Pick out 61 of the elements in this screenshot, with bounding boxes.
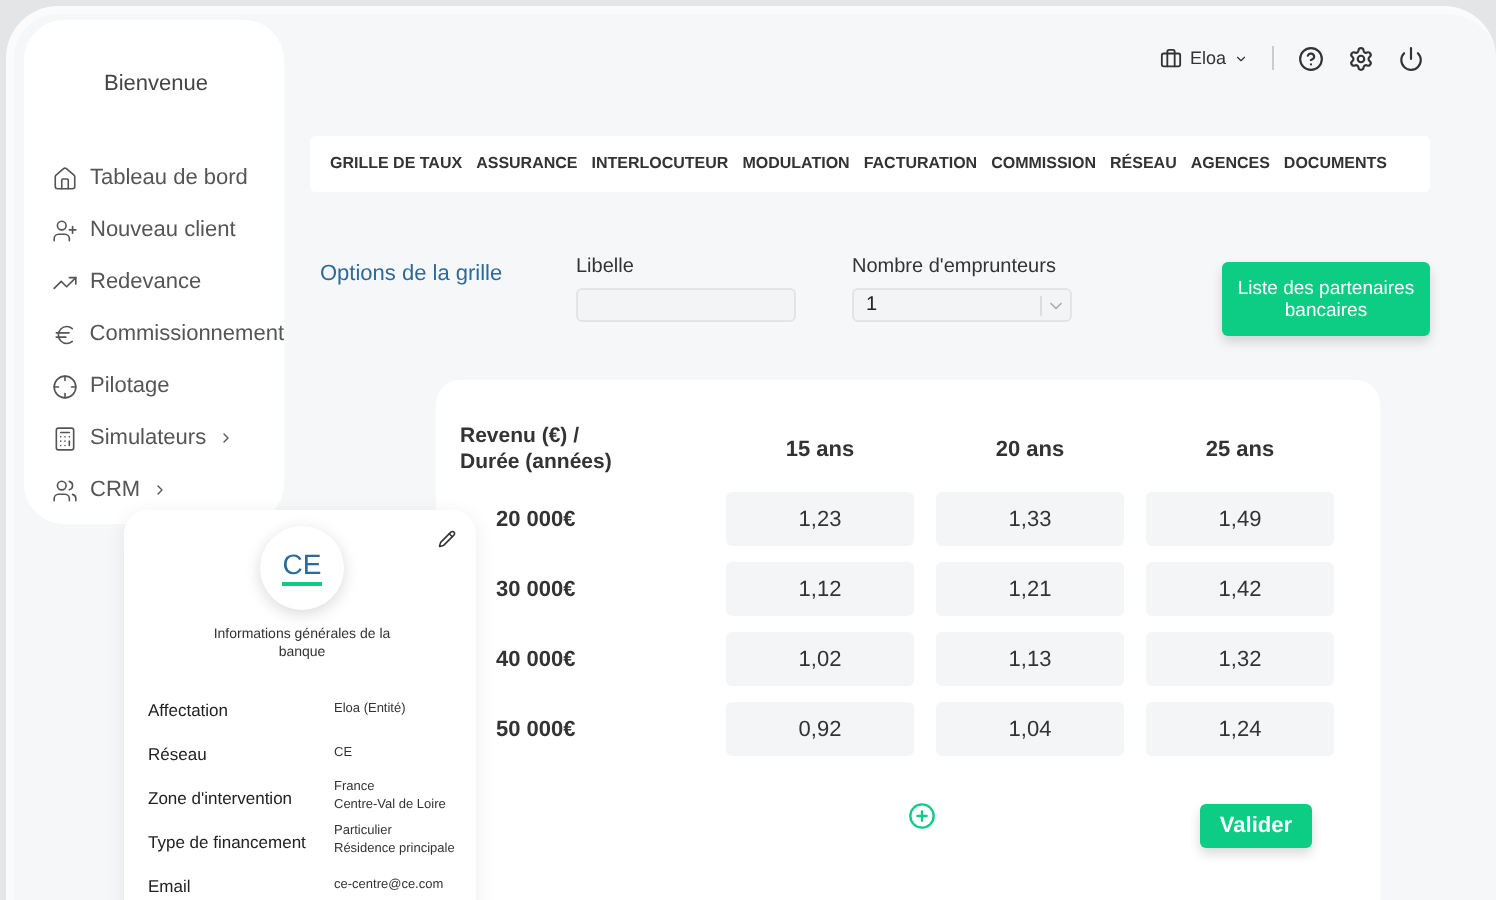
field-label: Libelle [576, 256, 636, 278]
tab[interactable]: ASSURANCE [476, 149, 578, 179]
rate-cell[interactable]: 1,33 [936, 492, 1124, 547]
column-header: 25 ans [1203, 438, 1277, 463]
sidebar-item[interactable]: Tableau de bord [52, 152, 284, 204]
calculator-icon [52, 425, 78, 451]
row-header: 30 000€ [494, 577, 578, 602]
rate-cell[interactable]: 1,04 [936, 702, 1124, 757]
column-header: 20 ans [993, 438, 1067, 463]
euro-icon [52, 321, 78, 347]
sidebar-item[interactable]: Pilotage [52, 360, 284, 412]
rate-cell[interactable]: 1,21 [936, 562, 1124, 617]
tab[interactable]: MODULATION [742, 149, 850, 179]
power-button[interactable] [1398, 45, 1424, 71]
section-title: Options de la grille [320, 262, 505, 286]
sidebar-item[interactable]: CRM [52, 464, 284, 516]
rate-cell[interactable]: 0,92 [726, 702, 914, 757]
users-icon [52, 477, 78, 503]
field-label: Réseau [148, 743, 209, 764]
column-header: 15 ans [783, 438, 857, 463]
tab[interactable]: RÉSEAU [1110, 149, 1177, 179]
tab[interactable]: AGENCES [1190, 149, 1270, 179]
row-header: 40 000€ [494, 647, 578, 672]
caret-icon [1234, 51, 1248, 65]
edit-button[interactable] [438, 530, 456, 548]
tab[interactable]: FACTURATION [863, 149, 978, 179]
row-header: 50 000€ [494, 717, 578, 742]
user-menu[interactable]: Eloa [1159, 47, 1248, 69]
user-plus-icon [52, 217, 78, 243]
settings-button[interactable] [1348, 45, 1374, 71]
rate-cell[interactable]: 1,42 [1146, 562, 1334, 617]
field-label: Email [148, 875, 193, 896]
corner-header: Revenu (€) / Durée (années) [460, 424, 614, 477]
tab[interactable]: GRILLE DE TAUX [330, 149, 463, 179]
select-field[interactable]: 1 [852, 288, 1072, 322]
rate-cell[interactable]: 1,32 [1146, 632, 1334, 687]
rate-cell[interactable]: 1,49 [1146, 492, 1334, 547]
row-header: 20 000€ [494, 507, 578, 532]
rate-cell[interactable]: 1,02 [726, 632, 914, 687]
tab[interactable]: INTERLOCUTEUR [591, 149, 729, 179]
rate-cell[interactable]: 1,24 [1146, 702, 1334, 757]
chevron-down-icon [1040, 295, 1066, 315]
house-icon [52, 165, 78, 191]
sidebar-item[interactable]: Nouveau client [52, 204, 284, 256]
sidebar-item[interactable]: Redevance [52, 256, 284, 308]
briefcase-icon [1159, 47, 1182, 69]
field-label: Nombre d'emprunteurs [852, 256, 1058, 278]
tab[interactable]: DOCUMENTS [1283, 149, 1387, 179]
tab[interactable]: COMMISSION [991, 149, 1097, 179]
sidebar-item[interactable]: Simulateurs [52, 412, 284, 464]
field-label: Affectation [148, 699, 231, 720]
help-button[interactable] [1298, 45, 1324, 71]
field-label: Zone d'intervention [148, 787, 295, 808]
rate-cell[interactable]: 1,13 [936, 632, 1124, 687]
rate-cell[interactable]: 1,23 [726, 492, 914, 547]
bank-initials: CE [282, 550, 322, 586]
greeting-text: Bienvenue [104, 72, 210, 96]
rate-cell[interactable]: 1,12 [726, 562, 914, 617]
crosshair-icon [52, 373, 78, 399]
field-label: Type de financement [148, 831, 308, 852]
sidebar-item[interactable]: Commissionnement [52, 308, 284, 360]
